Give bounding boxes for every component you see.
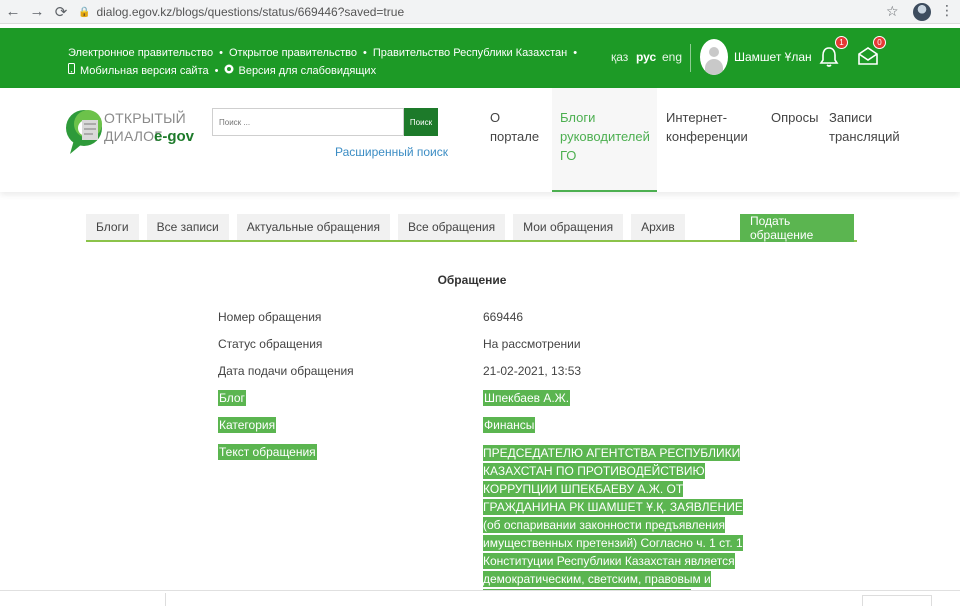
lang-kaz[interactable]: қаз — [611, 50, 628, 64]
user-name[interactable]: Шамшет Ұлан — [734, 50, 812, 64]
forward-arrow-icon[interactable]: → — [26, 1, 48, 23]
label-appeal-text: Текст обращения — [218, 444, 317, 460]
logo-line1: ОТКРЫТЫЙ — [104, 110, 186, 126]
mobile-phone-icon — [68, 62, 75, 80]
value-appeal-text: ПРЕДСЕДАТЕЛЮ АГЕНТСТВА РЕСПУБЛИКИ КАЗАХС… — [483, 444, 743, 606]
tab-my-appeals[interactable]: Мои обращения — [513, 214, 624, 240]
separator-dot: • — [214, 65, 219, 77]
browser-menu-icon[interactable]: ⋮ — [940, 2, 954, 19]
link-mobile-version[interactable]: Мобильная версия сайта — [80, 62, 209, 80]
lang-rus[interactable]: рус — [636, 50, 656, 64]
advanced-search-link[interactable]: Расширенный поиск — [335, 145, 448, 159]
lang-eng[interactable]: eng — [662, 50, 682, 64]
bottom-scroll-area — [0, 590, 960, 606]
link-low-vision-version[interactable]: Версия для слабовидящих — [238, 62, 376, 80]
top-links: Электронное правительство • Открытое пра… — [68, 44, 583, 80]
notifications-badge: 1 — [835, 36, 848, 49]
label-blog: Блог — [218, 390, 246, 406]
reload-icon[interactable]: ⟳ — [50, 1, 72, 23]
value-category: Финансы — [483, 417, 536, 433]
tab-actual-appeals[interactable]: Актуальные обращения — [236, 214, 390, 240]
site-header: ОТКРЫТЫЙ ДИАЛОГ e-gov Поиск Расширенный … — [0, 88, 960, 192]
page-title: Обращение — [437, 273, 507, 287]
menu-blogs[interactable]: Блоги руководителей ГО — [560, 108, 650, 165]
tab-blogs[interactable]: Блоги — [86, 214, 139, 240]
label-appeal-number: Номер обращения — [218, 310, 322, 324]
label-category: Категория — [218, 417, 277, 433]
bell-icon[interactable]: 1 — [818, 36, 848, 68]
avatar-body-shape — [705, 59, 723, 75]
value-appeal-status: На рассмотрении — [483, 337, 581, 351]
menu-polls[interactable]: Опросы — [771, 108, 821, 127]
separator-dot: • — [362, 47, 367, 59]
value-submission-date: 21-02-2021, 13:53 — [483, 364, 582, 378]
separator-dot: • — [573, 47, 578, 59]
section-tabs: Блоги Все записи Актуальные обращения Вс… — [86, 214, 857, 242]
avatar-head-shape — [709, 47, 719, 57]
divider — [165, 593, 166, 606]
label-submission-date: Дата подачи обращения — [218, 364, 354, 378]
site-logo[interactable]: ОТКРЫТЫЙ ДИАЛОГ e-gov — [64, 102, 204, 158]
menu-about[interactable]: О портале — [490, 108, 550, 146]
link-open-government[interactable]: Открытое правительство — [229, 44, 357, 62]
browser-profile-avatar[interactable] — [913, 3, 931, 21]
eye-icon — [224, 62, 234, 80]
divider — [690, 44, 691, 72]
tab-archive[interactable]: Архив — [631, 214, 685, 240]
menu-broadcasts[interactable]: Записи трансляций — [829, 108, 909, 146]
search-input[interactable] — [212, 108, 404, 136]
user-avatar[interactable] — [700, 39, 728, 75]
messages-icon[interactable]: 0 — [856, 36, 886, 68]
separator-dot: • — [219, 47, 223, 59]
tab-all-records[interactable]: Все записи — [146, 214, 229, 240]
submit-appeal-button[interactable]: Подать обращение — [740, 214, 854, 242]
messages-badge: 0 — [873, 36, 886, 49]
value-appeal-number: 669446 — [483, 310, 524, 324]
address-bar[interactable]: 🔒 dialog.egov.kz/blogs/questions/status/… — [78, 2, 878, 22]
logo-mark-icon — [66, 110, 102, 154]
search-button[interactable]: Поиск — [404, 108, 438, 136]
value-blog: Шпекбаев А.Ж. — [483, 390, 571, 406]
bookmark-star-icon[interactable]: ☆ — [886, 3, 899, 20]
appeal-text-content: ПРЕДСЕДАТЕЛЮ АГЕНТСТВА РЕСПУБЛИКИ КАЗАХС… — [483, 445, 743, 605]
link-government-rk[interactable]: Правительство Республики Казахстан — [373, 44, 567, 62]
label-appeal-status: Статус обращения — [218, 337, 323, 351]
bottom-widget — [862, 595, 932, 606]
lock-icon: 🔒 — [78, 6, 91, 18]
url-text: dialog.egov.kz/blogs/questions/status/66… — [96, 5, 405, 19]
top-bar: Электронное правительство • Открытое пра… — [0, 28, 960, 88]
tab-all-appeals[interactable]: Все обращения — [397, 214, 506, 240]
logo-brand: e-gov — [154, 128, 195, 145]
back-arrow-icon[interactable]: ← — [2, 1, 24, 23]
browser-toolbar: ← → ⟳ 🔒 dialog.egov.kz/blogs/questions/s… — [0, 0, 960, 24]
menu-conferences[interactable]: Интернет-конференции — [666, 108, 756, 146]
link-e-government[interactable]: Электронное правительство — [68, 44, 213, 62]
